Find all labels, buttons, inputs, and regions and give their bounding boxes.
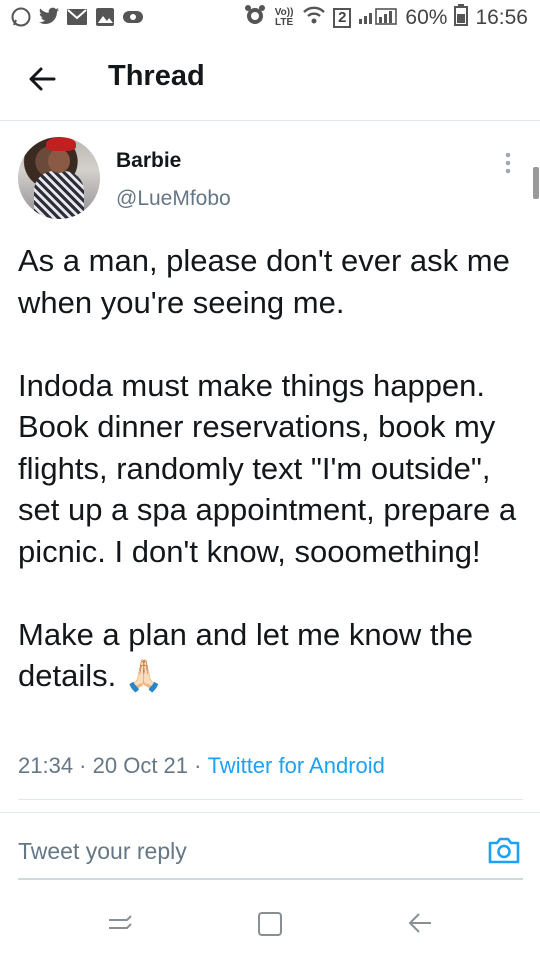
divider — [18, 799, 523, 800]
avatar-dress — [34, 171, 84, 219]
reply-input[interactable]: Tweet your reply — [18, 838, 187, 865]
arrow-left-icon[interactable] — [26, 62, 60, 96]
navigation-bar — [0, 892, 540, 960]
volte-indicator: Vo)) LTE — [274, 7, 294, 28]
tweet-text: As a man, please don't ever ask me when … — [18, 243, 517, 693]
divider — [0, 812, 540, 813]
top-bar: Thread — [0, 38, 540, 121]
twitter-icon — [38, 6, 60, 28]
status-bar: Vo)) LTE 2 60% 16:56 — [0, 0, 540, 38]
clock: 16:56 — [475, 6, 528, 29]
signal-icon — [358, 5, 398, 31]
meta-separator: · — [188, 753, 208, 778]
gallery-icon — [94, 6, 116, 28]
gmail-icon — [66, 6, 88, 28]
meta-separator: · — [73, 753, 93, 778]
media-icon — [122, 6, 144, 28]
home-icon[interactable] — [255, 908, 285, 938]
page-title: Thread — [108, 60, 205, 92]
sim-indicator: 2 — [333, 8, 352, 28]
tweet-meta: 21:34 · 20 Oct 21 · Twitter for Android — [18, 753, 385, 779]
author-name[interactable]: Barbie — [116, 149, 181, 173]
notification-icons — [10, 6, 144, 28]
alarm-icon — [244, 4, 266, 32]
tweet-time: 21:34 — [18, 753, 74, 778]
tweet-source-link[interactable]: Twitter for Android — [208, 753, 385, 779]
avatar-hat — [46, 137, 76, 151]
recent-apps-icon[interactable] — [105, 908, 135, 938]
vertical-ellipsis-icon[interactable] — [502, 150, 514, 180]
camera-icon[interactable] — [486, 832, 522, 868]
battery-percent: 60% — [405, 6, 448, 29]
wifi-icon — [302, 5, 326, 31]
avatar[interactable] — [18, 137, 100, 219]
system-indicators: Vo)) LTE 2 60% 16:56 — [244, 4, 528, 32]
tweet-date: 20 Oct 21 — [92, 753, 189, 778]
author-handle[interactable]: @LueMfobo — [116, 187, 231, 211]
back-nav-icon[interactable] — [405, 908, 435, 938]
scrollbar[interactable] — [533, 167, 539, 199]
battery-icon — [454, 4, 469, 32]
avatar-face — [48, 149, 70, 173]
whatsapp-icon — [10, 6, 32, 28]
reply-underline — [18, 878, 523, 880]
